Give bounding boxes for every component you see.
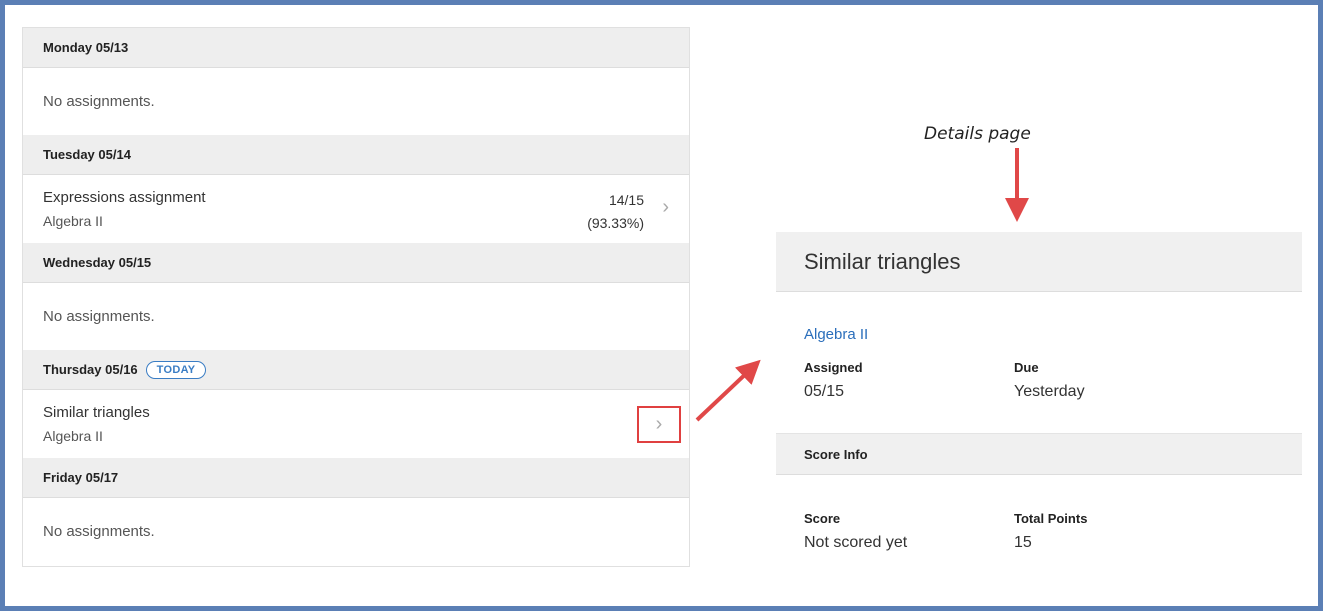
- day-header-monday: Monday 05/13: [23, 28, 689, 68]
- assigned-value: 05/15: [804, 383, 845, 400]
- total-points-label: Total Points: [1014, 511, 1088, 526]
- assigned-label: Assigned: [804, 360, 863, 375]
- details-title-bar: Similar triangles: [776, 232, 1302, 292]
- total-points-value: 15: [1014, 534, 1032, 551]
- day-header-label: Tuesday 05/14: [43, 147, 131, 162]
- assignment-course: Algebra II: [43, 213, 103, 229]
- chevron-right-icon[interactable]: ›: [662, 197, 669, 217]
- score-percent: (93.33%): [587, 215, 644, 231]
- score-label: Score: [804, 511, 841, 526]
- day-header-label: Friday 05/17: [43, 470, 119, 485]
- empty-day-message: No assignments.: [43, 308, 155, 325]
- due-label: Due: [1014, 360, 1039, 375]
- day-header-label: Wednesday 05/15: [43, 255, 152, 270]
- score-value: Not scored yet: [804, 534, 908, 551]
- assignment-name: Expressions assignment: [43, 189, 206, 206]
- day-header-wednesday: Wednesday 05/15: [23, 243, 689, 283]
- score-info-header: Score Info: [776, 433, 1302, 475]
- assignment-list-panel: Monday 05/13 No assignments. Tuesday 05/…: [22, 27, 690, 567]
- day-header-tuesday: Tuesday 05/14: [23, 135, 689, 175]
- assignment-course: Algebra II: [43, 428, 103, 444]
- details-title: Similar triangles: [804, 248, 961, 274]
- chevron-right-icon: ›: [655, 413, 663, 435]
- day-header-label: Thursday 05/16: [43, 362, 138, 377]
- day-header-label: Monday 05/13: [43, 40, 129, 55]
- assignment-score: 14/15 (93.33%): [587, 189, 644, 235]
- assignment-row-expressions[interactable]: Expressions assignment Algebra II 14/15 …: [23, 175, 689, 243]
- course-link[interactable]: Algebra II: [804, 326, 868, 343]
- score-fraction: 14/15: [608, 192, 644, 208]
- assignment-row-similar-triangles[interactable]: Similar triangles Algebra II ›: [23, 390, 689, 458]
- today-badge: TODAY: [145, 360, 207, 379]
- day-header-thursday: Thursday 05/16 TODAY: [23, 350, 689, 390]
- score-info-heading: Score Info: [804, 446, 868, 462]
- day-header-friday: Friday 05/17: [23, 458, 689, 498]
- assignment-name: Similar triangles: [43, 404, 150, 421]
- empty-day-message: No assignments.: [43, 93, 155, 110]
- highlighted-chevron-button[interactable]: ›: [637, 406, 681, 443]
- empty-day-message: No assignments.: [43, 523, 155, 540]
- assignment-details-panel: Similar triangles Algebra II Assigned 05…: [776, 232, 1302, 584]
- due-value: Yesterday: [1014, 383, 1085, 400]
- details-page-annotation: Details page: [924, 124, 1031, 144]
